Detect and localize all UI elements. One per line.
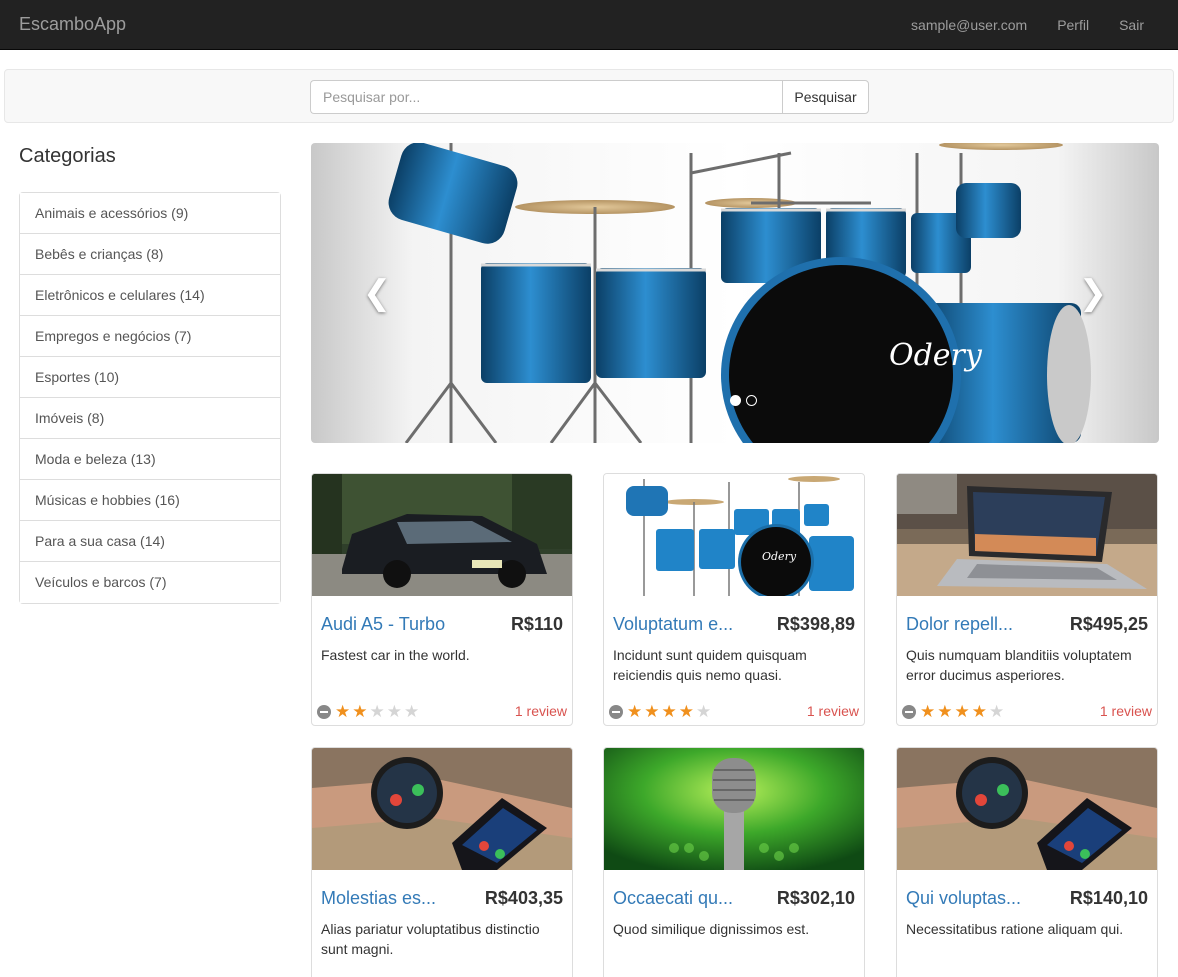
product-price: R$110 <box>510 614 563 634</box>
carousel-next-button[interactable]: ❯ <box>1073 273 1113 313</box>
review-count[interactable]: 1 review <box>807 703 859 719</box>
product-card[interactable]: Odery Voluptatum e... R$398,89 Incidunt … <box>603 473 865 726</box>
star-icon[interactable]: ★ <box>937 703 952 720</box>
product-price: R$398,89 <box>776 614 855 634</box>
product-price: R$495,25 <box>1069 614 1148 634</box>
product-price: R$302,10 <box>776 888 855 908</box>
categories-list: Animais e acessórios (9) Bebês e criança… <box>19 192 281 604</box>
product-image-laptop[interactable] <box>897 474 1157 596</box>
product-card[interactable]: Molestias es... R$403,35 Alias pariatur … <box>311 747 573 977</box>
product-description: Quod similique dignissimos est. <box>613 921 810 937</box>
star-icon[interactable]: ★ <box>989 703 1004 720</box>
brand-logo[interactable]: EscamboApp <box>19 14 126 35</box>
category-item-veiculos[interactable]: Veículos e barcos (7) <box>20 562 280 603</box>
chevron-left-icon: ❮ <box>362 274 392 312</box>
star-icon[interactable]: ★ <box>335 703 350 720</box>
star-icon[interactable]: ★ <box>644 703 659 720</box>
review-count[interactable]: 1 review <box>515 703 567 719</box>
product-card[interactable]: Audi A5 - Turbo R$110 Fastest car in the… <box>311 473 573 726</box>
logout-link[interactable]: Sair <box>1104 0 1178 50</box>
star-icon[interactable]: ★ <box>920 703 935 720</box>
category-item-bebes[interactable]: Bebês e crianças (8) <box>20 234 280 275</box>
product-name[interactable]: Dolor repell... <box>906 614 1013 635</box>
carousel-indicator[interactable] <box>746 395 757 406</box>
categories-title: Categorias <box>19 145 116 167</box>
product-name[interactable]: Qui voluptas... <box>906 888 1021 909</box>
category-item-eletronicos[interactable]: Eletrônicos e celulares (14) <box>20 275 280 316</box>
product-image-microphone[interactable] <box>604 748 864 870</box>
product-name[interactable]: Occaecati qu... <box>613 888 733 909</box>
star-icon[interactable]: ★ <box>972 703 987 720</box>
star-icon[interactable]: ★ <box>696 703 711 720</box>
navbar: EscamboApp sample@user.com Perfil Sair <box>0 0 1178 50</box>
category-item-empregos[interactable]: Empregos e negócios (7) <box>20 316 280 357</box>
product-card[interactable]: Qui voluptas... R$140,10 Necessitatibus … <box>896 747 1158 977</box>
product-image-car[interactable] <box>312 474 572 596</box>
product-image-watch[interactable] <box>897 748 1157 870</box>
carousel: Odery ❮ ❯ <box>311 143 1159 443</box>
product-description: Necessitatibus ratione aliquam qui. <box>906 921 1124 937</box>
star-icon[interactable]: ★ <box>352 703 367 720</box>
category-item-imoveis[interactable]: Imóveis (8) <box>20 398 280 439</box>
chevron-right-icon: ❯ <box>1078 274 1108 312</box>
star-icon[interactable]: ★ <box>679 703 694 720</box>
star-icon[interactable]: ★ <box>955 703 970 720</box>
rating-stars[interactable]: ★ ★ ★ ★ ★ <box>609 703 711 720</box>
review-count[interactable]: 1 review <box>1100 703 1152 719</box>
category-item-esportes[interactable]: Esportes (10) <box>20 357 280 398</box>
search-input[interactable] <box>310 80 783 114</box>
carousel-indicators <box>730 395 757 406</box>
search-bar: Pesquisar <box>4 69 1174 123</box>
carousel-indicator[interactable] <box>730 395 741 406</box>
product-name[interactable]: Voluptatum e... <box>613 614 733 635</box>
star-icon[interactable]: ★ <box>370 703 385 720</box>
carousel-brand-text: Odery <box>889 338 983 373</box>
product-description: Incidunt sunt quidem quisquam reiciendis… <box>613 647 807 683</box>
product-description: Alias pariatur voluptatibus distinctio s… <box>321 921 540 957</box>
search-button[interactable]: Pesquisar <box>782 80 869 114</box>
user-email-link[interactable]: sample@user.com <box>896 0 1042 50</box>
product-name[interactable]: Audi A5 - Turbo <box>321 614 445 635</box>
carousel-prev-button[interactable]: ❮ <box>357 273 397 313</box>
product-name[interactable]: Molestias es... <box>321 888 436 909</box>
cancel-rating-icon[interactable] <box>317 704 331 719</box>
navbar-right-links: sample@user.com Perfil Sair <box>896 0 1178 50</box>
star-icon[interactable]: ★ <box>387 703 402 720</box>
drum-logo-text: Odery <box>762 550 797 563</box>
profile-link[interactable]: Perfil <box>1042 0 1104 50</box>
product-image-watch[interactable] <box>312 748 572 870</box>
product-card[interactable]: Dolor repell... R$495,25 Quis numquam bl… <box>896 473 1158 726</box>
category-item-musicas[interactable]: Músicas e hobbies (16) <box>20 480 280 521</box>
star-icon[interactable]: ★ <box>404 703 419 720</box>
cancel-rating-icon[interactable] <box>609 704 623 719</box>
star-icon[interactable]: ★ <box>662 703 677 720</box>
product-card[interactable]: Occaecati qu... R$302,10 Quod similique … <box>603 747 865 977</box>
cancel-rating-icon[interactable] <box>902 704 916 719</box>
category-item-animais[interactable]: Animais e acessórios (9) <box>20 193 280 234</box>
product-image-drums[interactable]: Odery <box>604 474 864 596</box>
rating-stars[interactable]: ★ ★ ★ ★ ★ <box>317 703 419 720</box>
star-icon[interactable]: ★ <box>627 703 642 720</box>
product-price: R$403,35 <box>484 888 563 908</box>
rating-stars[interactable]: ★ ★ ★ ★ ★ <box>902 703 1004 720</box>
product-description: Fastest car in the world. <box>321 647 470 663</box>
category-item-moda[interactable]: Moda e beleza (13) <box>20 439 280 480</box>
product-price: R$140,10 <box>1069 888 1148 908</box>
category-item-casa[interactable]: Para a sua casa (14) <box>20 521 280 562</box>
product-description: Quis numquam blanditiis voluptatem error… <box>906 647 1132 683</box>
